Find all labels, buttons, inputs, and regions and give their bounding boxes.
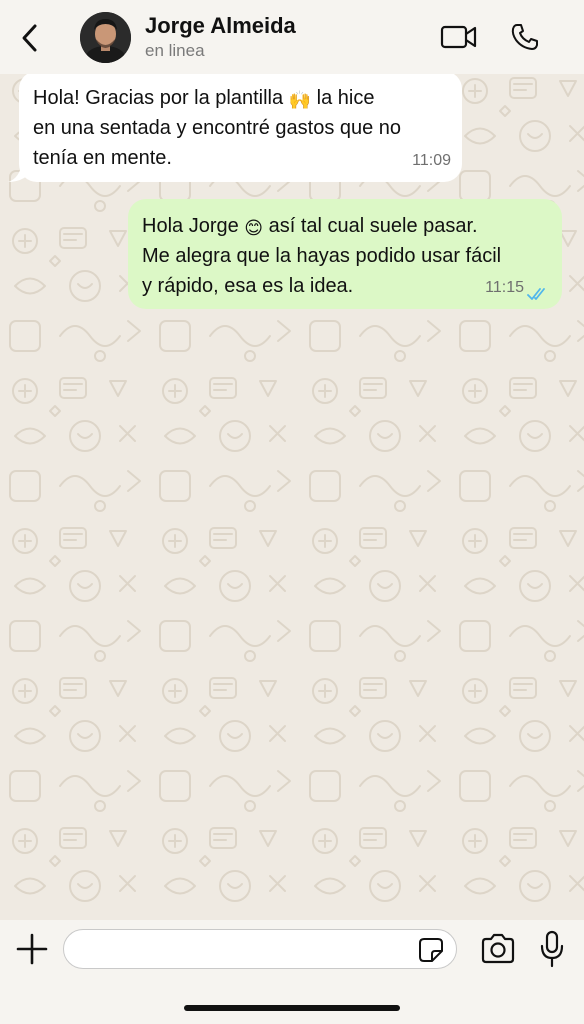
- message-time: 11:09: [412, 152, 451, 169]
- phone-icon: [511, 24, 538, 50]
- wallpaper-doodles: [0, 66, 584, 920]
- camera-icon: [481, 933, 515, 964]
- message-line: tenía en mente.: [33, 147, 172, 169]
- message-input[interactable]: [78, 930, 412, 968]
- message-line: Me alegra que la hayas podido usar fácil: [142, 245, 502, 267]
- home-indicator[interactable]: [184, 1005, 400, 1011]
- video-call-button[interactable]: [439, 20, 479, 54]
- message-input-wrapper: [63, 929, 457, 969]
- video-camera-icon: [440, 25, 477, 49]
- plus-icon: [16, 933, 48, 965]
- voice-message-button[interactable]: [538, 929, 566, 969]
- chat-header: Jorge Almeida en linea: [0, 0, 584, 74]
- message-text: Hola Jorge: [142, 215, 245, 237]
- composer-bar: [0, 920, 584, 1024]
- chevron-left-icon: [22, 24, 37, 52]
- chat-area[interactable]: [0, 66, 584, 920]
- message-line: en una sentada y encontré gastos que no: [33, 117, 402, 139]
- message-line: Hola Jorge 😊 así tal cual suele pasar.: [142, 211, 548, 241]
- smiling-face-emoji: 😊: [244, 218, 264, 239]
- double-check-icon: [527, 288, 545, 300]
- message-line: Hola! Gracias por la plantilla 🙌 la hice: [33, 83, 448, 113]
- message-text: así tal cual suele pasar.: [263, 215, 478, 237]
- contact-status: en linea: [145, 41, 205, 60]
- message-text: la hice: [311, 87, 375, 109]
- contact-name[interactable]: Jorge Almeida: [145, 13, 296, 39]
- raising-hands-emoji: 🙌: [288, 90, 312, 111]
- sticker-button[interactable]: [418, 937, 444, 963]
- back-button[interactable]: [14, 20, 46, 56]
- incoming-message-bubble[interactable]: Hola! Gracias por la plantilla 🙌 la hice…: [19, 71, 462, 182]
- message-time: 11:15: [485, 279, 524, 296]
- contact-avatar[interactable]: [80, 12, 131, 63]
- camera-button[interactable]: [480, 932, 516, 966]
- message-text: Hola! Gracias por la plantilla: [33, 87, 289, 109]
- microphone-icon: [540, 930, 564, 968]
- attach-button[interactable]: [14, 931, 50, 967]
- sticker-icon: [419, 938, 443, 962]
- outgoing-message-bubble[interactable]: Hola Jorge 😊 así tal cual suele pasar. M…: [128, 199, 562, 309]
- voice-call-button[interactable]: [505, 20, 545, 54]
